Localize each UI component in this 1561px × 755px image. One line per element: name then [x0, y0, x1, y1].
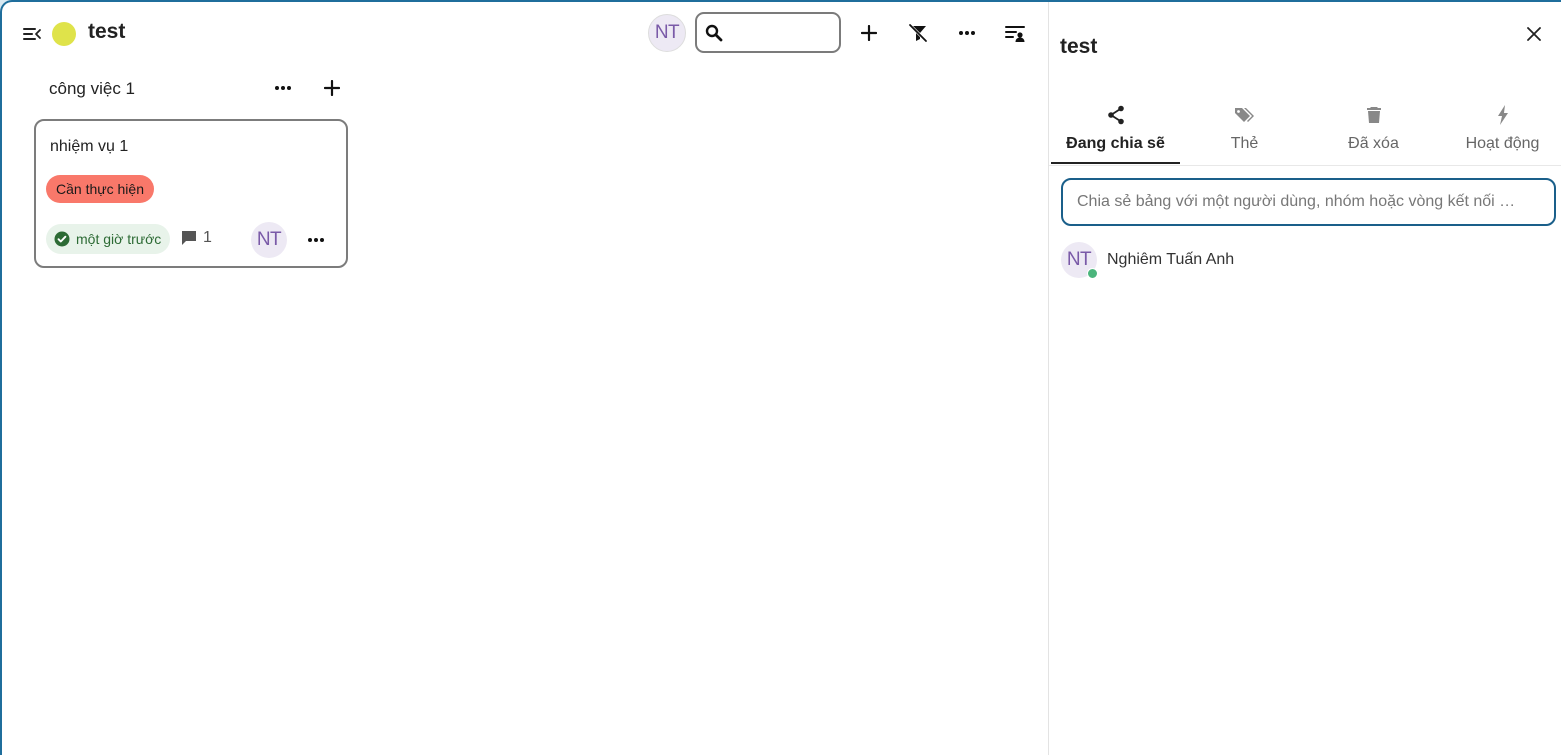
board-details-button[interactable]	[998, 16, 1034, 52]
board-details-icon	[1005, 26, 1025, 42]
deck-app: test NT công việc 1 nhiệm vụ 1 Cần thực …	[2, 2, 1561, 755]
comment-icon	[182, 231, 196, 245]
search-box[interactable]	[695, 12, 841, 53]
share-input[interactable]	[1061, 178, 1556, 226]
menu-collapse-icon	[23, 28, 41, 40]
toggle-navigation-button[interactable]	[14, 16, 50, 52]
more-horizontal-icon	[308, 238, 324, 242]
tab-tags[interactable]: Thẻ	[1180, 100, 1309, 164]
sidebar-tabs: Đang chia sẽ Thẻ Đã xóa Hoạt động	[1049, 100, 1561, 166]
sidebar-title: test	[1060, 35, 1098, 58]
card[interactable]: nhiệm vụ 1 Cần thực hiện một giờ trước 1…	[34, 119, 348, 268]
card-label: Cần thực hiện	[46, 175, 154, 203]
check-circle-icon	[54, 231, 70, 247]
board-color-dot	[52, 22, 76, 46]
tab-label: Đã xóa	[1348, 135, 1399, 152]
sharee-name: Nghiêm Tuấn Anh	[1107, 251, 1235, 268]
user-avatar[interactable]: NT	[648, 14, 686, 52]
due-date-badge[interactable]: một giờ trước	[46, 224, 171, 254]
more-horizontal-icon	[275, 86, 291, 90]
sharee-avatar: NT	[1061, 242, 1098, 279]
board-title: test	[88, 20, 126, 43]
stack-title[interactable]: công việc 1	[49, 79, 135, 99]
card-actions-button[interactable]	[298, 222, 334, 258]
comment-count-text: 1	[203, 229, 212, 246]
search-input[interactable]	[727, 17, 827, 48]
plus-icon	[861, 25, 877, 41]
tab-sharing[interactable]: Đang chia sẽ	[1051, 100, 1180, 164]
due-date-text: một giờ trước	[76, 231, 162, 247]
close-sidebar-button[interactable]	[1516, 16, 1552, 52]
tab-label: Thẻ	[1230, 135, 1259, 152]
lightning-icon	[1497, 105, 1508, 125]
close-icon	[1527, 27, 1541, 41]
tab-label: Hoạt động	[1465, 135, 1540, 152]
search-icon	[705, 24, 723, 41]
board-sidebar: test Đang chia sẽ Thẻ Đã xóa Hoạt động C…	[1048, 2, 1561, 755]
share-icon	[1107, 105, 1124, 125]
board-actions-button[interactable]	[949, 15, 985, 51]
online-status-indicator	[1087, 268, 1098, 279]
stack-actions-button[interactable]	[265, 70, 301, 106]
add-card-button[interactable]	[314, 70, 350, 106]
assignee-avatar: NT	[251, 222, 287, 258]
comment-count: 1	[181, 229, 212, 247]
filter-button[interactable]	[900, 15, 936, 51]
filter-off-icon	[908, 23, 928, 43]
tag-icon	[1234, 108, 1254, 122]
trash-icon	[1366, 107, 1381, 123]
card-title: nhiệm vụ 1	[50, 138, 129, 155]
sharee-row[interactable]: NT Nghiêm Tuấn Anh	[1061, 242, 1235, 279]
tab-activity[interactable]: Hoạt động	[1438, 100, 1561, 164]
tab-label: Đang chia sẽ	[1066, 135, 1165, 152]
more-horizontal-icon	[959, 31, 975, 35]
board-main: test NT công việc 1 nhiệm vụ 1 Cần thực …	[2, 2, 1048, 755]
plus-icon	[324, 80, 340, 96]
add-stack-button[interactable]	[851, 15, 887, 51]
tab-deleted[interactable]: Đã xóa	[1309, 100, 1438, 164]
